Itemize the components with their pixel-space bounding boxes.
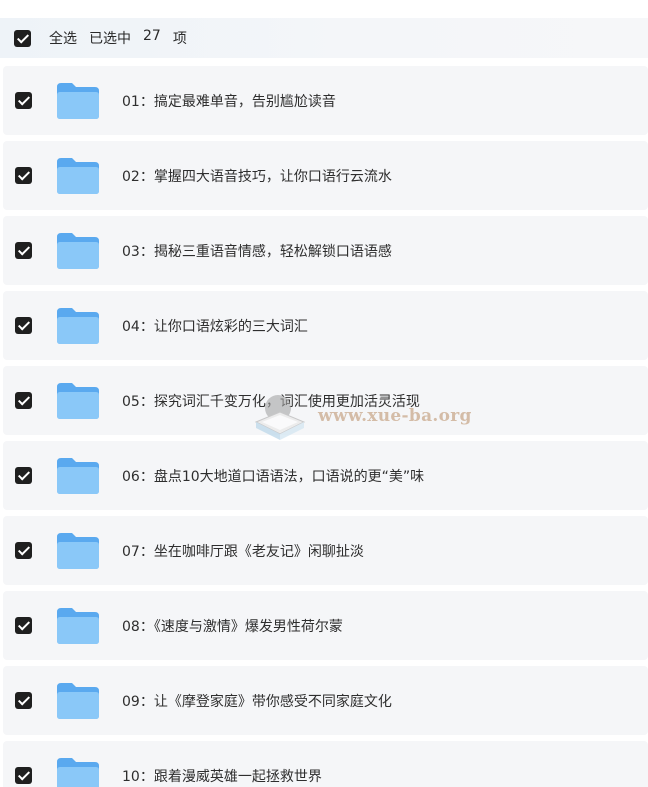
folder-icon <box>55 156 101 196</box>
row-checkbox[interactable] <box>15 392 32 409</box>
select-all-checkbox[interactable] <box>14 29 31 47</box>
row-checkbox[interactable] <box>15 167 32 184</box>
folder-name[interactable]: 05：探究词汇千变万化，词汇使用更加活灵活现 <box>122 391 420 411</box>
folder-icon <box>55 606 101 646</box>
folder-icon <box>55 456 101 496</box>
folder-name[interactable]: 01：搞定最难单音，告别尴尬读音 <box>122 91 336 111</box>
folder-row[interactable]: 09：让《摩登家庭》带你感受不同家庭文化 <box>3 666 648 735</box>
row-checkbox[interactable] <box>15 467 32 484</box>
folder-row[interactable]: 10：跟着漫威英雄一起拯救世界 <box>3 741 648 787</box>
selected-suffix: 项 <box>172 31 187 47</box>
selection-header: 全选 已选中 27 项 <box>0 18 648 58</box>
folder-row[interactable]: 07：坐在咖啡厅跟《老友记》闲聊扯淡 <box>3 516 648 585</box>
row-checkbox[interactable] <box>15 242 32 259</box>
file-list-page: 全选 已选中 27 项 01：搞定最难单音，告别尴尬读音 02：掌握四大语音技巧… <box>0 0 648 787</box>
row-checkbox[interactable] <box>15 692 32 709</box>
folder-row[interactable]: 06：盘点10大地道口语语法，口语说的更“美”味 <box>3 441 648 510</box>
folder-icon <box>55 306 101 346</box>
folder-icon <box>55 531 101 571</box>
folder-icon <box>55 681 101 721</box>
row-checkbox[interactable] <box>15 617 32 634</box>
folder-name[interactable]: 06：盘点10大地道口语语法，口语说的更“美”味 <box>122 466 424 486</box>
row-checkbox[interactable] <box>15 92 32 109</box>
folder-row[interactable]: 01：搞定最难单音，告别尴尬读音 <box>3 66 648 135</box>
row-checkbox[interactable] <box>15 317 32 334</box>
folder-row[interactable]: 05：探究词汇千变万化，词汇使用更加活灵活现 <box>3 366 648 435</box>
folder-name[interactable]: 03：揭秘三重语音情感，轻松解锁口语语感 <box>122 241 392 261</box>
selected-prefix: 已选中 <box>89 31 131 47</box>
selection-summary: 全选 已选中 27 项 <box>49 28 187 48</box>
row-checkbox[interactable] <box>15 767 32 784</box>
folder-name[interactable]: 10：跟着漫威英雄一起拯救世界 <box>122 766 322 786</box>
folder-icon <box>55 81 101 121</box>
folder-row[interactable]: 04：让你口语炫彩的三大词汇 <box>3 291 648 360</box>
folder-name[interactable]: 07：坐在咖啡厅跟《老友记》闲聊扯淡 <box>122 541 364 561</box>
folder-icon <box>55 381 101 421</box>
row-checkbox[interactable] <box>15 542 32 559</box>
folder-row[interactable]: 02：掌握四大语音技巧，让你口语行云流水 <box>3 141 648 210</box>
folder-name[interactable]: 09：让《摩登家庭》带你感受不同家庭文化 <box>122 691 392 711</box>
folder-name[interactable]: 04：让你口语炫彩的三大词汇 <box>122 316 308 336</box>
folder-icon <box>55 231 101 271</box>
folder-name[interactable]: 08：《速度与激情》爆发男性荷尔蒙 <box>122 616 343 636</box>
folder-row[interactable]: 08：《速度与激情》爆发男性荷尔蒙 <box>3 591 648 660</box>
folder-icon <box>55 756 101 787</box>
selected-count: 27 <box>143 28 161 44</box>
folder-list: 01：搞定最难单音，告别尴尬读音 02：掌握四大语音技巧，让你口语行云流水 03… <box>3 66 648 787</box>
folder-row[interactable]: 03：揭秘三重语音情感，轻松解锁口语语感 <box>3 216 648 285</box>
select-all-label[interactable]: 全选 <box>49 28 77 48</box>
folder-name[interactable]: 02：掌握四大语音技巧，让你口语行云流水 <box>122 166 392 186</box>
